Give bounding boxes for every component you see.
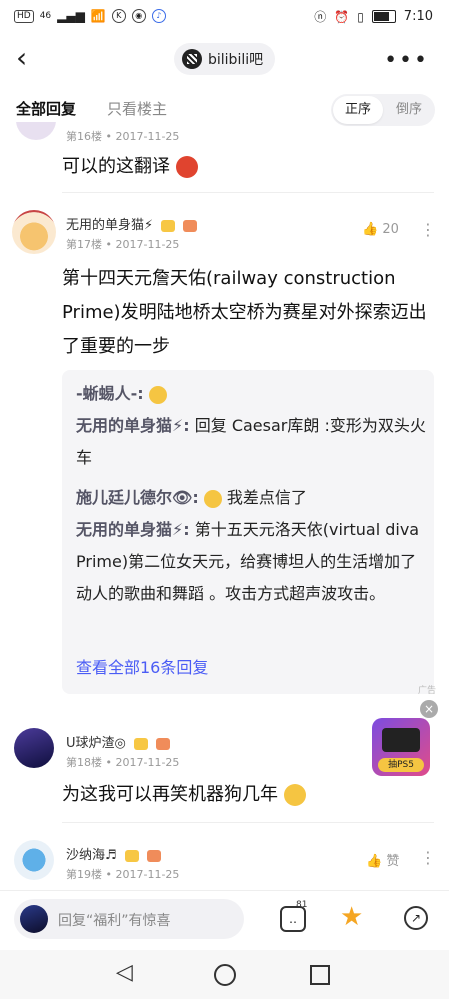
forum-button[interactable]: bilibili吧 bbox=[174, 43, 276, 75]
my-avatar bbox=[20, 905, 48, 933]
floor-number: 第17楼 bbox=[66, 238, 102, 251]
laugh-emoji-icon bbox=[148, 385, 167, 404]
sub-replies: -蜥蜴人-: 无用的单身猫⚡: 回复 Caesar库朗 :变形为双头火车 施儿廷… bbox=[62, 370, 434, 694]
vibrate-icon: ▯ bbox=[357, 9, 364, 24]
clock: 7:10 bbox=[403, 9, 433, 24]
post-more-icon[interactable]: ⋮ bbox=[420, 220, 436, 239]
nfc-icon: ⓝ bbox=[314, 10, 327, 24]
back-icon[interactable]: ‹ bbox=[16, 44, 27, 72]
post-text-content: 可以的这翻译 bbox=[62, 156, 170, 177]
vip-badge-icon bbox=[124, 849, 139, 862]
reply-tabs: 全部回复 只看楼主 正序 倒序 bbox=[0, 90, 449, 130]
star-icon[interactable]: ★ bbox=[340, 902, 363, 932]
share-icon[interactable]: ↗ bbox=[404, 906, 428, 930]
avatar[interactable] bbox=[14, 840, 54, 880]
sub-reply[interactable]: -蜥蜴人-: bbox=[76, 378, 167, 410]
post-meta: 第19楼 • 2017-11-25 bbox=[66, 868, 180, 881]
sub-reply-author: 无用的单身猫⚡: bbox=[76, 416, 190, 435]
vip-badge-icon bbox=[161, 219, 176, 232]
post-text: 可以的这翻译 bbox=[62, 150, 198, 184]
comment-count: 81 bbox=[296, 900, 308, 910]
sub-reply[interactable]: 无用的单身猫⚡: 第十五天元洛天依(virtual diva Prime)第二位… bbox=[76, 514, 426, 610]
ad-card[interactable]: 抽PS5 bbox=[372, 718, 430, 776]
vip-badge-icon bbox=[134, 737, 148, 750]
network-indicator: 46 bbox=[39, 11, 52, 21]
forum-name: bilibili吧 bbox=[208, 52, 264, 68]
floor-number: 第16楼 bbox=[66, 130, 102, 143]
avatar[interactable] bbox=[12, 210, 56, 254]
username-text: U球炉渣◎ bbox=[66, 736, 126, 751]
post-date: 2017-11-25 bbox=[115, 868, 180, 881]
floor-number: 第19楼 bbox=[66, 868, 102, 881]
sub-reply-author: 无用的单身猫⚡: bbox=[76, 520, 190, 539]
angry-emoji-icon bbox=[175, 156, 198, 178]
tab-host-only[interactable]: 只看楼主 bbox=[107, 98, 167, 119]
post-meta: 第16楼 • 2017-11-25 bbox=[66, 130, 180, 143]
laugh-emoji-icon bbox=[203, 489, 222, 508]
wifi-icon: 📶 bbox=[90, 9, 106, 23]
thumb-up-icon: 👍 bbox=[366, 854, 383, 869]
game-badge-icon bbox=[183, 219, 198, 232]
browser-icon: ◉ bbox=[131, 9, 146, 23]
more-icon[interactable]: ••• bbox=[384, 48, 429, 73]
username[interactable]: U球炉渣◎ bbox=[66, 732, 171, 751]
post-more-icon[interactable]: ⋮ bbox=[420, 848, 436, 867]
post-meta: 第17楼 • 2017-11-25 bbox=[66, 238, 180, 251]
k-icon: K bbox=[111, 9, 126, 23]
ps5-icon bbox=[382, 728, 420, 752]
tab-all-replies[interactable]: 全部回复 bbox=[16, 98, 76, 119]
like-label: 赞 bbox=[386, 854, 400, 869]
nav-recent-icon[interactable] bbox=[310, 965, 330, 985]
hd-indicator: HD bbox=[14, 9, 34, 23]
title-bar: ‹ bilibili吧 ••• bbox=[0, 34, 449, 84]
post-text-content: 为这我可以再笑机器狗几年 bbox=[62, 784, 278, 805]
sort-desc-button[interactable]: 倒序 bbox=[385, 96, 433, 124]
username-text: 沙纳海♬ bbox=[66, 848, 117, 863]
sub-reply[interactable]: 施儿廷儿德尔👁: 我差点信了 bbox=[76, 482, 307, 514]
alarm-icon: ⏰ bbox=[334, 9, 350, 24]
forum-logo-icon bbox=[182, 49, 202, 69]
system-nav-bar: ◁ bbox=[0, 950, 449, 999]
status-bar: HD 46 ▂▄▆ 📶 K ◉ ♪ ⓝ ⏰ ▯ 7:10 bbox=[0, 0, 449, 34]
nav-home-icon[interactable] bbox=[214, 964, 236, 986]
laugh-cry-emoji-icon bbox=[283, 784, 306, 806]
post-text: 为这我可以再笑机器狗几年 bbox=[62, 778, 306, 812]
close-icon[interactable]: × bbox=[420, 700, 438, 718]
battery-icon bbox=[371, 10, 396, 23]
post-text: 第十四天元詹天佑(railway construction Prime)发明陆地… bbox=[62, 268, 427, 357]
reply-placeholder: 回复“福利”有惊喜 bbox=[58, 913, 171, 929]
like-button[interactable]: 👍 20 bbox=[362, 222, 399, 237]
post-date: 2017-11-25 bbox=[115, 238, 180, 251]
view-all-replies-link[interactable]: 查看全部16条回复 bbox=[76, 654, 208, 678]
username-text: 无用的单身猫⚡ bbox=[66, 218, 154, 233]
sub-reply-author: -蜥蜴人-: bbox=[76, 384, 144, 403]
ad-tag: 广告 bbox=[418, 686, 437, 696]
divider bbox=[62, 192, 434, 193]
nav-back-icon[interactable]: ◁ bbox=[116, 960, 133, 985]
post-meta: 第18楼 • 2017-11-25 bbox=[66, 756, 180, 769]
like-button[interactable]: 👍 赞 bbox=[366, 850, 399, 869]
music-icon: ♪ bbox=[151, 9, 166, 23]
sub-reply[interactable]: 无用的单身猫⚡: 回复 Caesar库朗 :变形为双头火车 bbox=[76, 410, 426, 474]
game-badge-icon bbox=[146, 849, 161, 862]
post-date: 2017-11-25 bbox=[115, 756, 180, 769]
thumb-up-icon: 👍 bbox=[362, 222, 379, 237]
signal-icon: ▂▄▆ bbox=[57, 9, 85, 23]
avatar[interactable] bbox=[16, 122, 56, 142]
sort-asc-button[interactable]: 正序 bbox=[333, 96, 383, 124]
divider bbox=[0, 890, 449, 891]
sort-toggle: 正序 倒序 bbox=[331, 94, 435, 126]
like-count: 20 bbox=[382, 222, 399, 237]
floor-number: 第18楼 bbox=[66, 756, 102, 769]
sub-reply-text: 我差点信了 bbox=[226, 488, 307, 507]
divider bbox=[62, 822, 434, 823]
game-badge-icon bbox=[156, 737, 171, 750]
avatar[interactable] bbox=[14, 728, 54, 768]
post-date: 2017-11-25 bbox=[115, 130, 180, 143]
sub-reply-author: 施儿廷儿德尔👁: bbox=[76, 488, 199, 507]
reply-input[interactable]: 回复“福利”有惊喜 bbox=[14, 899, 244, 939]
username[interactable]: 沙纳海♬ bbox=[66, 844, 161, 863]
username[interactable]: 无用的单身猫⚡ bbox=[66, 214, 198, 233]
ad-label: 抽PS5 bbox=[378, 758, 424, 772]
